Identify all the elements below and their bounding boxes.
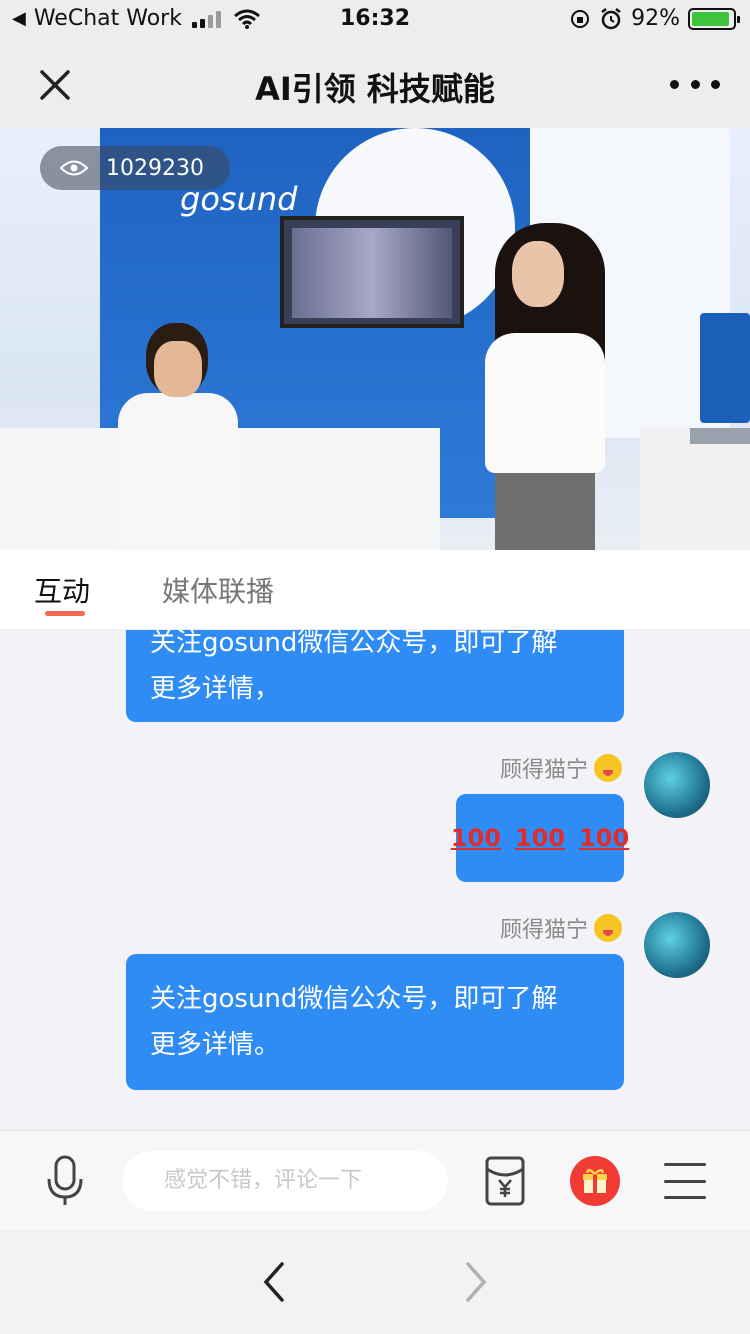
more-icon[interactable] bbox=[670, 66, 720, 102]
avatar[interactable] bbox=[644, 752, 710, 818]
chat-bubble: 100 100 100 bbox=[451, 794, 629, 882]
comment-bar: 感觉不错，评论一下 bbox=[0, 1130, 750, 1230]
video-presenter-female bbox=[470, 223, 620, 550]
battery-percent: 92% bbox=[631, 6, 680, 31]
comment-input[interactable]: 感觉不错，评论一下 bbox=[122, 1151, 448, 1211]
video-presenter-male bbox=[118, 323, 238, 550]
chat-list[interactable]: 关注gosund微信公众号，即可了解 更多详情， 顾得猫宁 100 100 10… bbox=[0, 630, 750, 1130]
microphone-icon[interactable] bbox=[44, 1155, 86, 1207]
hundred-points-icon: 100 bbox=[514, 824, 566, 852]
battery-fill bbox=[692, 11, 729, 26]
eye-icon bbox=[60, 160, 88, 176]
sender-name: 顾得猫宁 bbox=[500, 752, 622, 784]
browser-nav-bar bbox=[0, 1230, 750, 1334]
tab-interact[interactable]: 互动 bbox=[34, 570, 90, 610]
avatar[interactable] bbox=[644, 912, 710, 978]
chat-text-line: 更多详情， bbox=[150, 674, 281, 704]
forward-arrow-icon[interactable] bbox=[462, 1260, 492, 1304]
status-right: 92% bbox=[569, 6, 740, 31]
view-count-badge: 1029230 bbox=[40, 146, 230, 190]
active-tab-indicator bbox=[45, 611, 85, 616]
chat-text-line: 关注gosund微信公众号，即可了解 bbox=[150, 630, 558, 658]
chat-bubble: 关注gosund微信公众号，即可了解 更多详情， bbox=[126, 630, 624, 722]
wink-emoji-icon bbox=[594, 914, 622, 942]
battery-icon bbox=[688, 7, 740, 30]
chat-bubble: 关注gosund微信公众号，即可了解 更多详情。 bbox=[126, 954, 624, 1090]
video-tv-screen bbox=[280, 216, 464, 328]
view-count: 1029230 bbox=[106, 155, 204, 181]
sender-name: 顾得猫宁 bbox=[500, 912, 622, 944]
nav-bar: AI引领 科技赋能 bbox=[0, 40, 750, 128]
gift-icon[interactable] bbox=[570, 1156, 620, 1206]
wink-emoji-icon bbox=[594, 754, 622, 782]
hundred-points-icon: 100 bbox=[579, 824, 630, 852]
orientation-lock-icon bbox=[571, 9, 590, 28]
hundred-points-icon: 100 bbox=[450, 824, 501, 852]
back-arrow-icon[interactable] bbox=[258, 1260, 288, 1304]
status-bar: ◀ WeChat Work 16:32 92% bbox=[0, 0, 750, 40]
red-packet-icon[interactable] bbox=[484, 1155, 526, 1207]
page-title: AI引领 科技赋能 bbox=[255, 70, 495, 108]
menu-icon[interactable] bbox=[664, 1163, 706, 1199]
chat-text-line: 更多详情。 bbox=[150, 1030, 281, 1060]
alarm-icon bbox=[601, 7, 621, 29]
tab-media-broadcast[interactable]: 媒体联播 bbox=[162, 570, 274, 610]
hundred-points-emojis: 100 100 100 bbox=[451, 815, 629, 861]
tab-bar: 互动 媒体联播 bbox=[0, 550, 750, 630]
live-video-player[interactable]: gosund 1029230 bbox=[0, 128, 750, 550]
chat-text-line: 关注gosund微信公众号，即可了解 bbox=[150, 984, 558, 1014]
